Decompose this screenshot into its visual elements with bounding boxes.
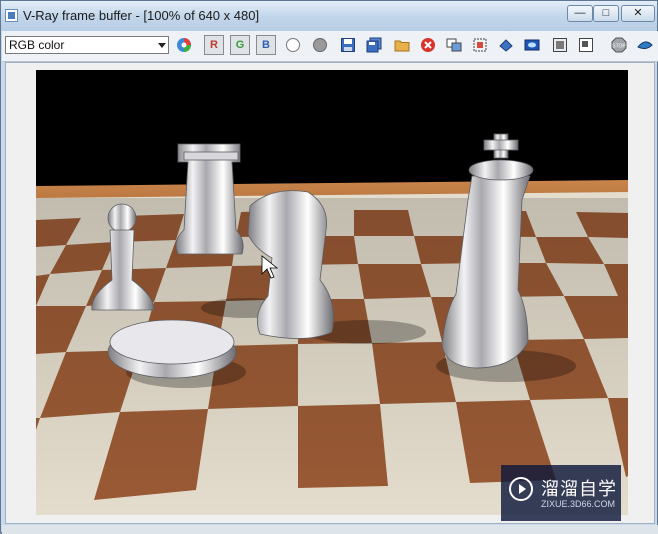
watermark-sub-text: ZIXUE.3D66.COM	[541, 499, 616, 509]
channel-select-value: RGB color	[9, 38, 65, 52]
red-channel-button[interactable]: R	[204, 35, 224, 55]
clear-icon[interactable]	[420, 37, 436, 53]
color-wheel-icon[interactable]	[176, 37, 192, 53]
minimize-button[interactable]: —	[567, 5, 593, 22]
compare-icon[interactable]	[578, 37, 594, 53]
title-bar[interactable]: V-Ray frame buffer - [100% of 640 x 480]…	[1, 1, 657, 31]
play-logo-icon	[509, 477, 533, 501]
green-channel-button[interactable]: G	[230, 35, 250, 55]
window-title: V-Ray frame buffer - [100% of 640 x 480]	[23, 8, 260, 23]
lens-effects-icon[interactable]	[524, 37, 540, 53]
track-mouse-icon[interactable]	[498, 37, 514, 53]
render-icon[interactable]	[637, 37, 653, 53]
render-viewport[interactable]	[5, 62, 655, 524]
duplicate-icon[interactable]	[446, 37, 462, 53]
gray-sphere-icon[interactable]	[312, 37, 328, 53]
open-icon[interactable]	[394, 37, 410, 53]
maximize-button[interactable]: □	[593, 5, 619, 22]
vray-frame-buffer-window: V-Ray frame buffer - [100% of 640 x 480]…	[0, 0, 658, 534]
chess-render-image	[36, 70, 628, 515]
stop-icon[interactable]: STOP	[611, 37, 627, 53]
watermark-main-text: 溜溜自学	[541, 479, 617, 499]
watermark-logo: 溜溜自学 ZIXUE.3D66.COM	[501, 465, 621, 521]
blue-channel-button[interactable]: B	[256, 35, 276, 55]
toolbar: RGB color R G B STOP	[2, 31, 658, 62]
white-sphere-icon[interactable]	[285, 37, 301, 53]
fallen-piece	[107, 319, 237, 379]
app-icon	[5, 9, 18, 22]
save-all-icon[interactable]	[366, 37, 382, 53]
region-render-icon[interactable]	[472, 37, 488, 53]
svg-text:STOP: STOP	[612, 44, 626, 50]
close-button[interactable]: ✕	[621, 5, 655, 22]
rook-piece	[175, 143, 244, 255]
rendered-image[interactable]	[36, 70, 628, 515]
channel-select[interactable]: RGB color	[5, 36, 169, 54]
frame-stamp-icon[interactable]	[552, 37, 568, 53]
save-icon[interactable]	[340, 37, 356, 53]
chevron-down-icon	[158, 43, 166, 48]
